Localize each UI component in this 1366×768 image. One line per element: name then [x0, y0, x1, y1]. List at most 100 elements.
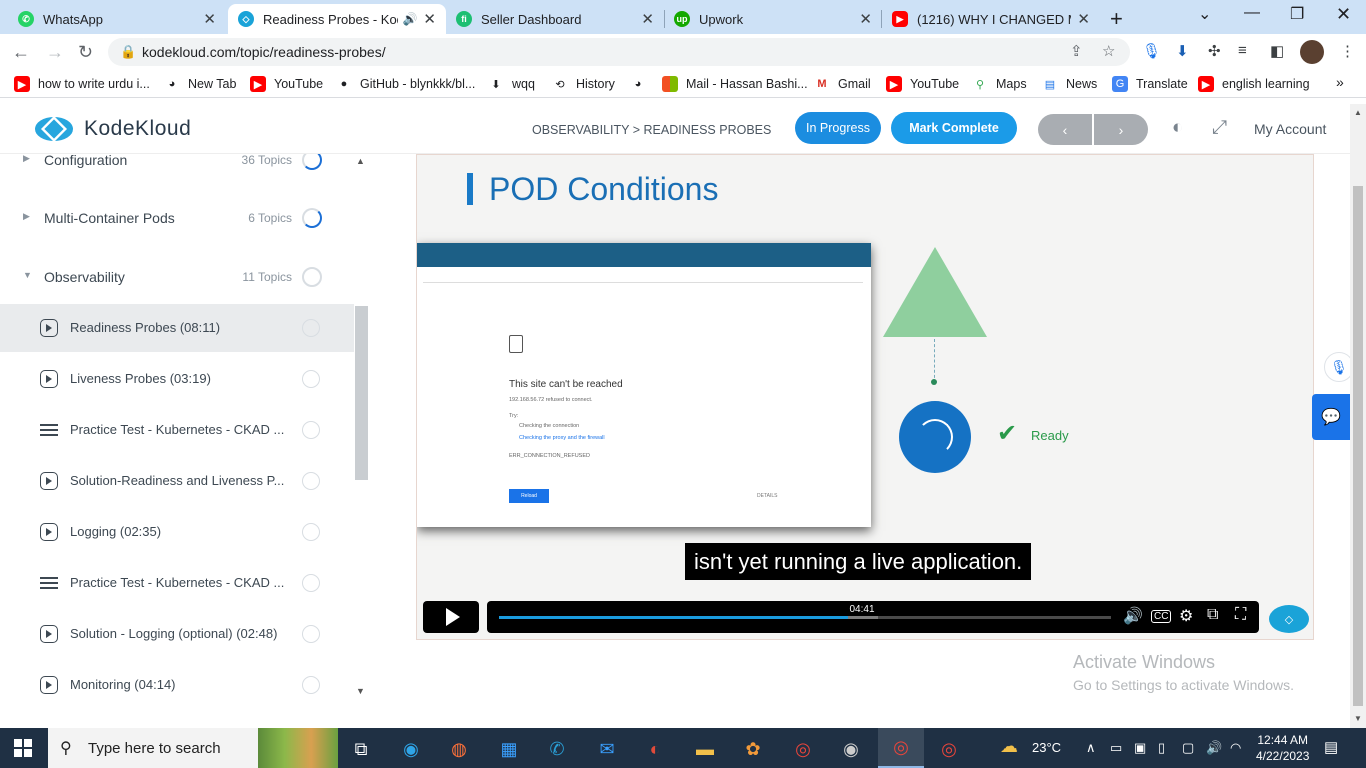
close-icon[interactable]: ✕	[203, 10, 216, 28]
extensions-icon[interactable]: ✣	[1208, 42, 1221, 60]
page-scroll-down-icon[interactable]: ▼	[1354, 714, 1362, 723]
tab-seller-dashboard[interactable]: fi Seller Dashboard ✕	[446, 4, 664, 34]
obs-icon[interactable]: ◉	[838, 736, 864, 762]
section-observability[interactable]: ▼ Observability 11 Topics	[0, 257, 354, 297]
tab-readiness-probes[interactable]: ◇ Readiness Probes - Kode 🔊 ✕	[228, 4, 446, 34]
lock-icon[interactable]: 🔒	[120, 44, 136, 60]
tray-app-icon[interactable]: ▭	[1110, 740, 1122, 756]
scroll-down-icon[interactable]: ▼	[356, 686, 365, 696]
lesson-readiness-probes[interactable]: Readiness Probes (08:11)	[0, 304, 354, 352]
task-view-icon[interactable]: ⧉	[348, 736, 374, 762]
chat-widget-icon[interactable]: 💬	[1312, 394, 1350, 440]
close-icon[interactable]: ✕	[423, 10, 436, 28]
logo-text[interactable]: KodeKloud	[84, 117, 191, 141]
phone-link-icon[interactable]: ✆	[544, 736, 570, 762]
bookmark-item[interactable]: ◕ New Tab	[164, 76, 237, 92]
close-window-icon[interactable]: ✕	[1336, 4, 1351, 25]
bookmarks-overflow-icon[interactable]: »	[1336, 74, 1344, 90]
previous-lesson-button[interactable]: ‹	[1038, 114, 1092, 145]
settings-gear-icon[interactable]: ⚙	[1179, 606, 1193, 626]
picture-in-picture-icon[interactable]: ⧉	[1207, 606, 1218, 624]
bookmark-item[interactable]: ▶ YouTube	[250, 76, 323, 92]
section-multi-container-pods[interactable]: ▶ Multi-Container Pods 6 Topics	[0, 198, 354, 238]
bookmark-item[interactable]: ▶ YouTube	[886, 76, 959, 92]
weather-icon[interactable]: ☁	[1000, 736, 1018, 757]
lesson-monitoring[interactable]: Monitoring (04:14)	[0, 661, 354, 709]
tray-expand-icon[interactable]: ∧	[1086, 740, 1096, 756]
tray-device-icon[interactable]: ▯	[1158, 740, 1165, 756]
snail-app-icon[interactable]: ◐	[642, 736, 668, 762]
captions-icon[interactable]: CC	[1151, 610, 1172, 623]
sidebar-list[interactable]: ▶ Configuration 36 Topics ▶ Multi-Contai…	[0, 154, 354, 728]
lesson-solution-readiness-liveness[interactable]: Solution-Readiness and Liveness P...	[0, 457, 354, 505]
dark-mode-icon[interactable]: ◐	[1172, 117, 1183, 139]
lesson-practice-test[interactable]: Practice Test - Kubernetes - CKAD ...	[0, 406, 354, 454]
settings-app-icon[interactable]: ✿	[740, 736, 766, 762]
close-icon[interactable]: ✕	[641, 10, 654, 28]
notifications-icon[interactable]: ▤	[1324, 738, 1338, 756]
share-icon[interactable]: ⇪	[1070, 42, 1083, 60]
mail-icon[interactable]: ✉	[594, 736, 620, 762]
volume-tray-icon[interactable]: 🔊	[1206, 740, 1222, 756]
close-icon[interactable]: ✕	[1077, 10, 1090, 28]
chrome-active-icon[interactable]: ◎	[878, 728, 924, 768]
bookmark-item[interactable]: ⚲ Maps	[972, 76, 1027, 92]
wifi-icon[interactable]: ◠	[1230, 740, 1241, 756]
tab-whatsapp[interactable]: ✆ WhatsApp ✕	[8, 4, 226, 34]
bookmark-item[interactable]: ▤ News	[1042, 76, 1097, 92]
speaker-icon[interactable]: 🔊	[402, 12, 417, 26]
reload-icon[interactable]: ↻	[78, 42, 93, 63]
fullscreen-icon[interactable]: ⛶	[1235, 606, 1246, 624]
clock[interactable]: 12:44 AM 4/22/2023	[1256, 732, 1309, 764]
store-icon[interactable]: ▦	[496, 736, 522, 762]
firefox-icon[interactable]: ◍	[446, 736, 472, 762]
my-account-link[interactable]: My Account	[1254, 121, 1326, 137]
in-progress-button[interactable]: In Progress	[795, 112, 881, 144]
next-lesson-button[interactable]: ›	[1094, 114, 1148, 145]
file-explorer-icon[interactable]: ▬	[692, 736, 718, 762]
mark-complete-button[interactable]: Mark Complete	[891, 112, 1017, 144]
tab-upwork[interactable]: up Upwork ✕	[664, 4, 882, 34]
bookmark-item[interactable]: ◕	[630, 76, 654, 92]
kodekloud-logo-icon[interactable]	[34, 114, 74, 142]
seek-bar[interactable]: 04:41	[499, 602, 1111, 619]
fullscreen-expand-icon[interactable]: ⤢	[1212, 117, 1227, 139]
tray-display-icon[interactable]: ▣	[1134, 740, 1146, 756]
address-bar[interactable]: 🔒 kodekloud.com/topic/readiness-probes/ …	[108, 38, 1130, 66]
forward-icon[interactable]: →	[46, 42, 64, 63]
restore-icon[interactable]: ❐	[1290, 4, 1304, 24]
menu-icon[interactable]: ⋮	[1340, 42, 1355, 60]
volume-icon[interactable]: 🔊	[1123, 606, 1143, 626]
edge-icon[interactable]: ◉	[398, 736, 424, 762]
lesson-solution-logging[interactable]: Solution - Logging (optional) (02:48)	[0, 610, 354, 658]
bookmark-item[interactable]: M Gmail	[814, 76, 870, 92]
chrome-profile-icon[interactable]: ◎	[936, 736, 962, 762]
download-extension-icon[interactable]: ⬇	[1176, 42, 1189, 60]
tray-screen-icon[interactable]: ▢	[1182, 740, 1194, 756]
section-configuration[interactable]: ▶ Configuration 36 Topics	[0, 154, 354, 180]
windows-start-icon[interactable]	[14, 739, 32, 757]
lesson-logging[interactable]: Logging (02:35)	[0, 508, 354, 556]
tab-search-icon[interactable]: ⌄	[1198, 4, 1211, 24]
video-player[interactable]: POD Conditions This site can't be reache…	[416, 154, 1314, 640]
bookmark-item[interactable]: ▶ how to write urdu i...	[14, 76, 150, 92]
chrome-icon[interactable]: ◎	[790, 736, 816, 762]
bookmark-item[interactable]: ⬇ wqq	[488, 76, 535, 92]
bookmark-item[interactable]: ▶ english learning	[1198, 76, 1310, 92]
tab-youtube[interactable]: ▶ (1216) WHY I CHANGED MY ✕	[882, 4, 1100, 34]
play-button[interactable]	[423, 601, 479, 633]
taskbar-search[interactable]: ⚲ Type here to search	[48, 728, 338, 768]
bookmark-item[interactable]: ● GitHub - blynkkk/bl...	[336, 76, 476, 92]
bookmark-item[interactable]: Mail - Hassan Bashi...	[662, 76, 808, 92]
profile-avatar[interactable]	[1300, 40, 1324, 64]
page-scroll-thumb[interactable]	[1353, 186, 1363, 706]
bookmark-item[interactable]: G Translate	[1112, 76, 1188, 92]
weather-temp[interactable]: 23°C	[1032, 740, 1061, 755]
bookmark-item[interactable]: ⟲ History	[552, 76, 615, 92]
bookmark-star-icon[interactable]: ☆	[1102, 42, 1115, 60]
page-scroll-up-icon[interactable]: ▲	[1354, 108, 1362, 117]
back-icon[interactable]: ←	[12, 42, 30, 63]
lesson-liveness-probes[interactable]: Liveness Probes (03:19)	[0, 355, 354, 403]
url-text[interactable]: kodekloud.com/topic/readiness-probes/	[142, 44, 386, 60]
media-icon[interactable]: ≡	[1238, 42, 1247, 59]
